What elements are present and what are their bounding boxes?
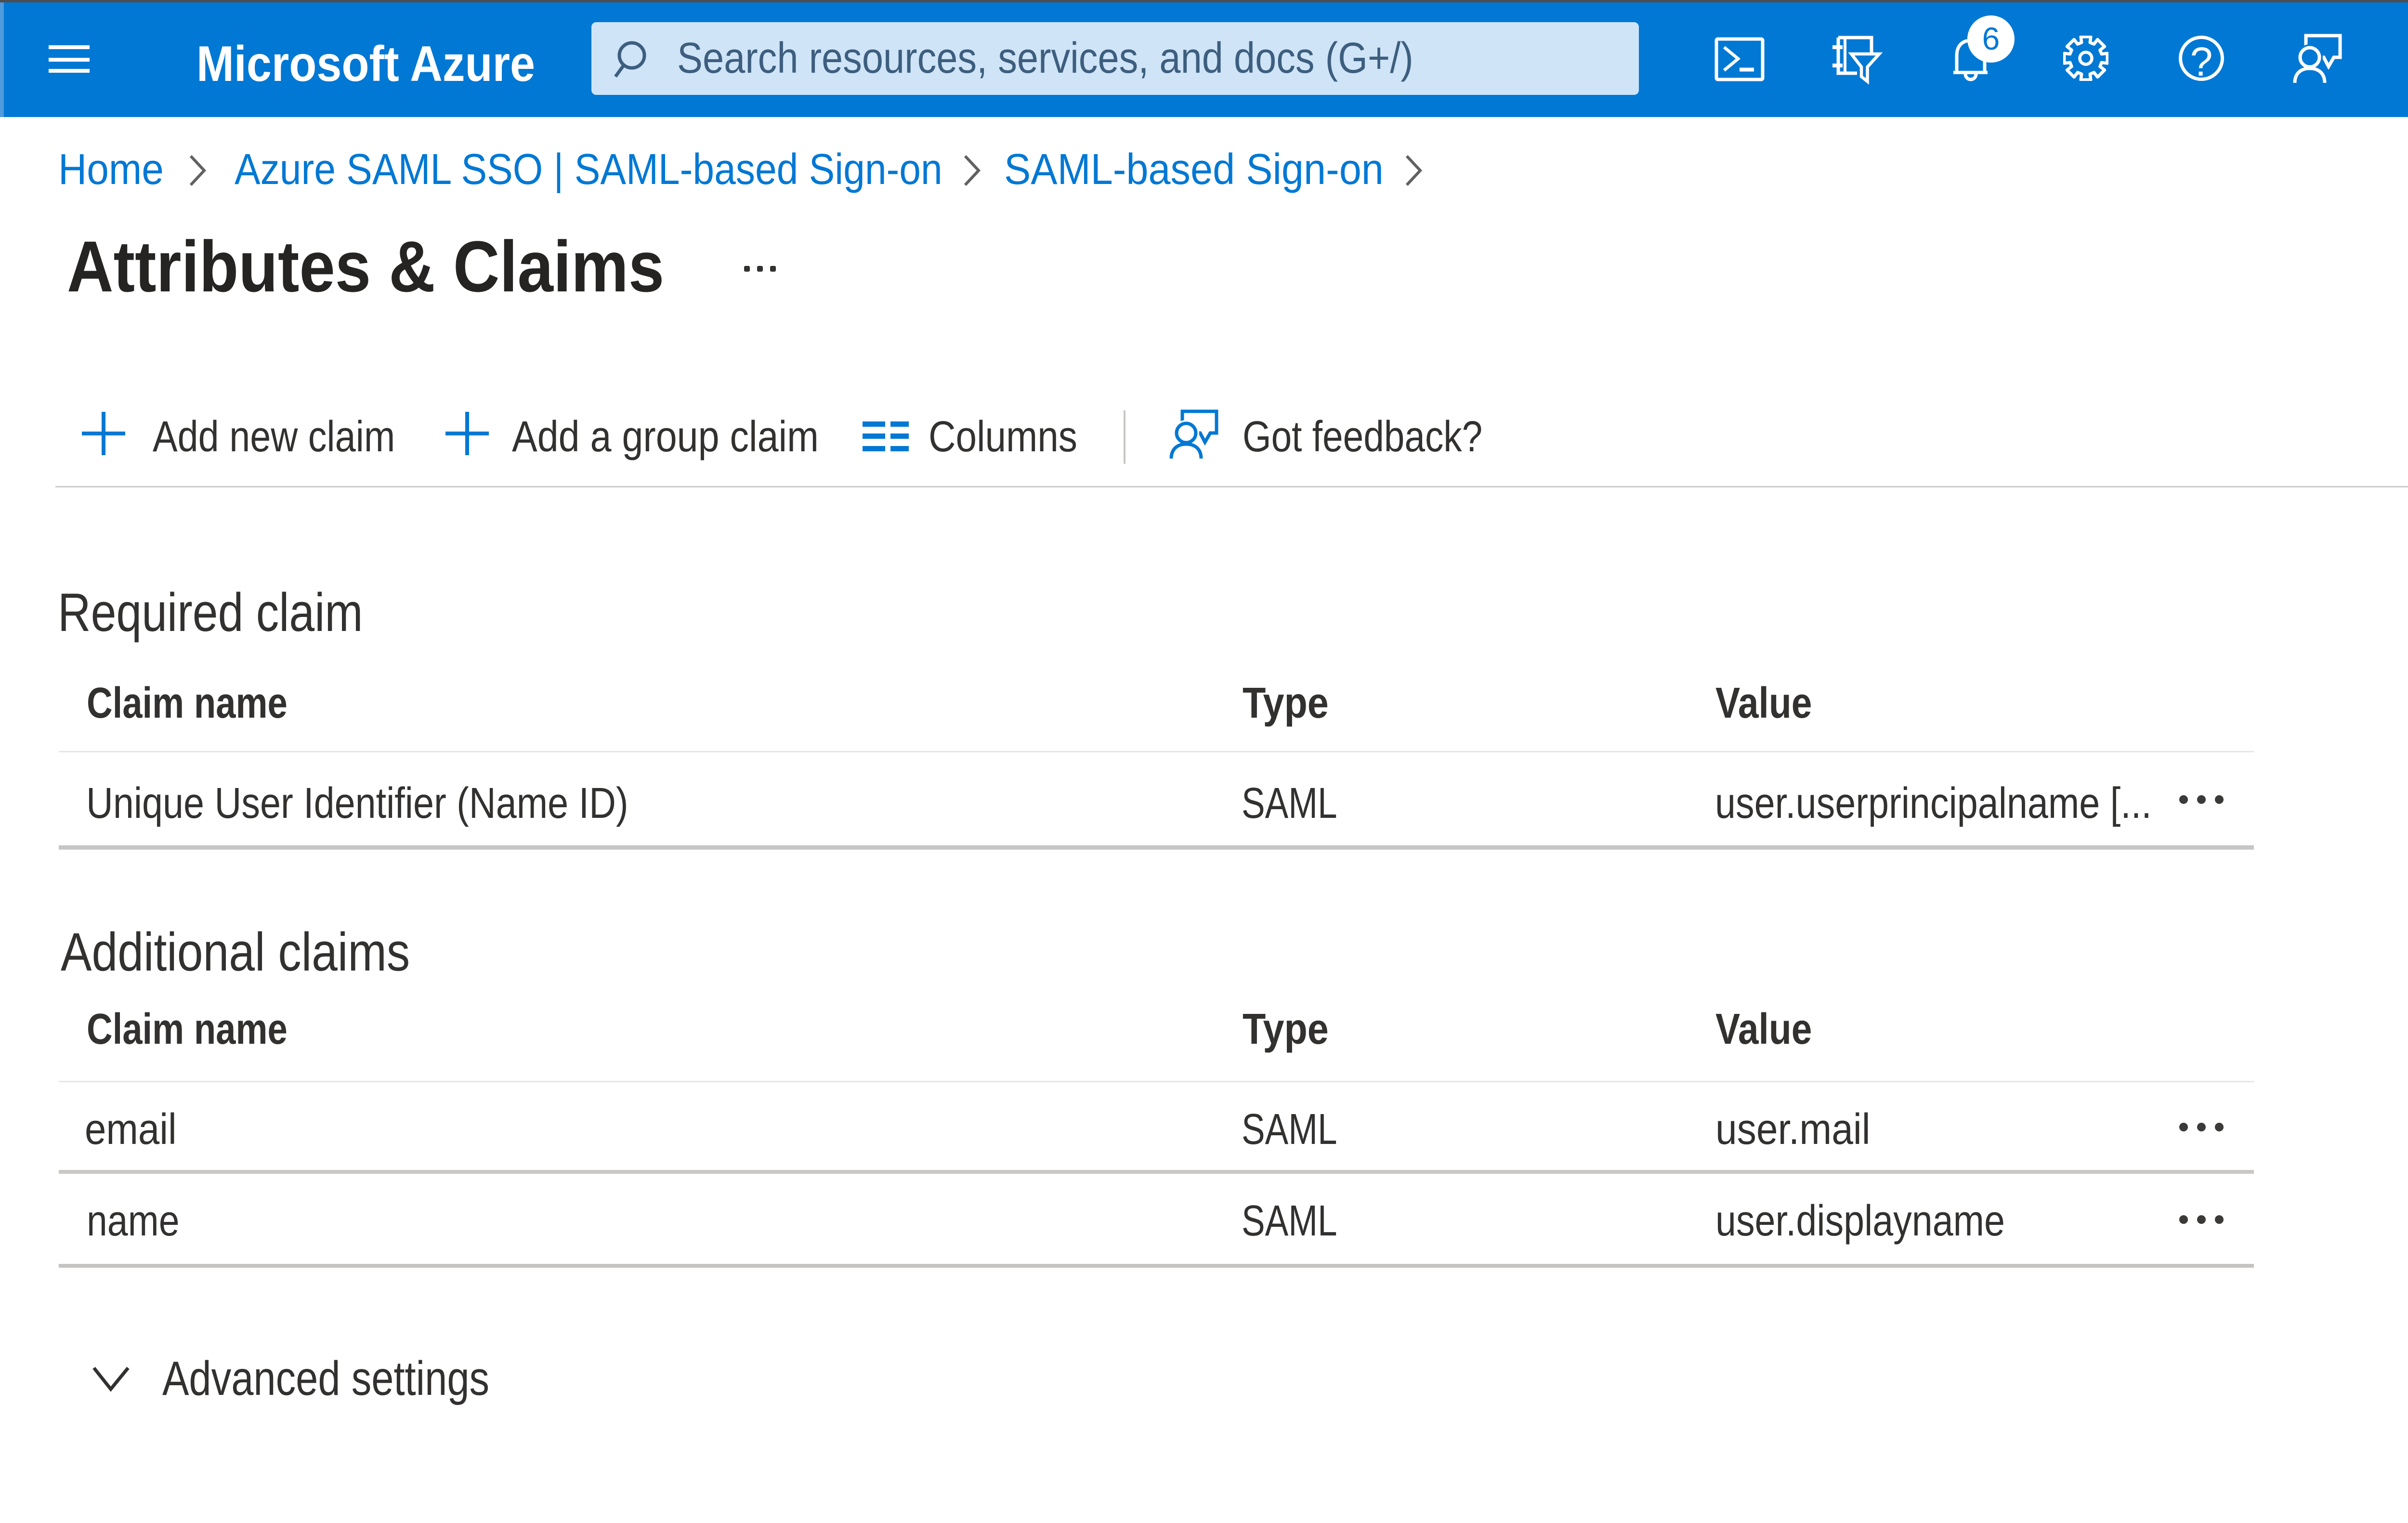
svg-text:?: ? [2190, 39, 2213, 84]
svg-text:6: 6 [1982, 21, 2000, 56]
